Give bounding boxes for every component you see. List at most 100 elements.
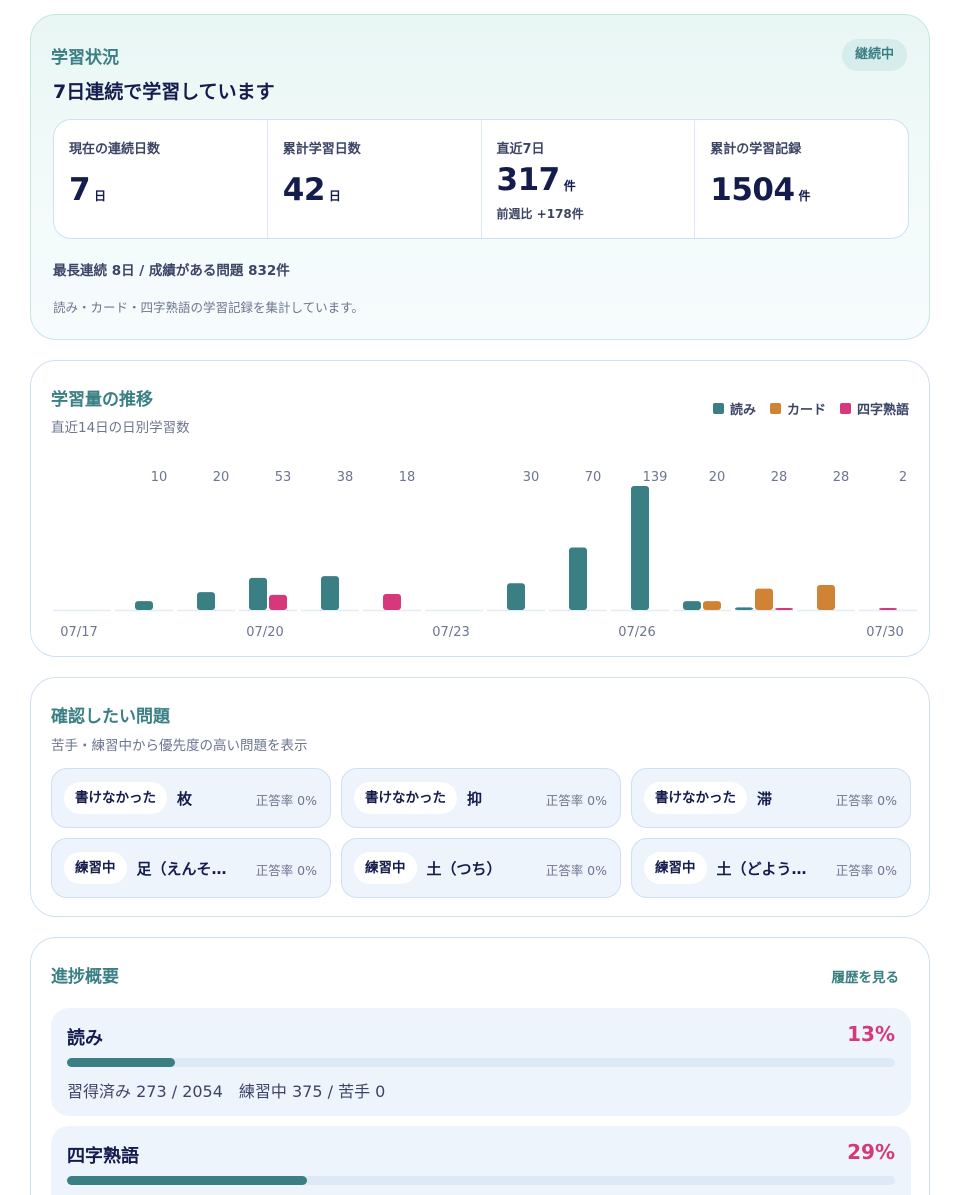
question-word: 土（どよう… (716, 859, 807, 878)
progress-fill (67, 1176, 308, 1185)
question-card[interactable]: 書けなかった 滞 正答率 0% (631, 768, 911, 828)
stat-value: 42 日 (282, 172, 341, 208)
progress-percent: 29% (847, 1140, 895, 1164)
question-status-tag: 練習中 (64, 852, 127, 884)
chart-tick-label: 07/26 (618, 625, 655, 640)
question-status-tag: 練習中 (644, 852, 707, 884)
question-word: 抑 (467, 789, 483, 808)
chart-tick-label: 07/30 (866, 625, 903, 640)
chart-legend: 読み カード 四字熟語 (712, 399, 909, 418)
chart-bar-1 (817, 585, 835, 610)
chart-tick-label: 07/20 (246, 625, 283, 640)
question-accuracy: 正答率 0% (545, 793, 607, 808)
legend-swatch (769, 403, 781, 414)
legend-item-yojijukugo: 四字熟語 (839, 399, 909, 418)
chart-bar-0 (569, 547, 587, 610)
chart-bar-2 (383, 593, 401, 610)
progress-percent: 13% (847, 1022, 895, 1046)
question-accuracy: 正答率 0% (255, 793, 317, 808)
chart-tick-label: 07/17 (60, 625, 97, 640)
chart-bar-0 (197, 592, 215, 610)
chart-total-label: 28 (833, 470, 850, 485)
progress-title: 進捗概要 (51, 967, 119, 987)
chart-bar-2 (879, 608, 897, 610)
study-status-card: 学習状況 継続中 7日連続で学習しています 現在の連続日数 7日 累計学習日数 … (30, 14, 930, 340)
chart-bar-0 (321, 576, 339, 610)
question-status-tag: 書けなかった (64, 782, 167, 814)
question-word: 足（えんそ… (136, 859, 227, 878)
review-questions-card: 確認したい問題 苦手・練習中から優先度の高い問題を表示 書けなかった 枚 正答率… (30, 677, 930, 917)
status-summary: 最長連続 8日 / 成績がある問題 832件 (53, 263, 290, 279)
question-status-tag: 練習中 (354, 852, 417, 884)
question-card[interactable]: 練習中 足（えんそ… 正答率 0% (51, 838, 331, 898)
question-accuracy: 正答率 0% (835, 793, 897, 808)
study-trend-card: 07/17 10 20 53 07/20 38 18 07/23 30 70 139 07/26 20 2… (30, 360, 930, 657)
legend-item-reading: 読み (712, 399, 756, 418)
stat-current-streak: 現在の連続日数 7日 (54, 120, 268, 238)
chart-total-label: 20 (709, 470, 726, 485)
question-card[interactable]: 書けなかった 枚 正答率 0% (51, 768, 331, 828)
progress-track (67, 1058, 895, 1067)
chart-bar-0 (249, 577, 267, 610)
chart-bar-0 (507, 583, 525, 610)
chart-bar-1 (703, 601, 721, 610)
question-accuracy: 正答率 0% (835, 863, 897, 878)
view-history-link[interactable]: 履歴を見る (832, 966, 900, 986)
stat-total-days: 累計学習日数 42 日 (268, 120, 482, 238)
progress-row-title: 四字熟語 (67, 1146, 139, 1167)
progress-fill (67, 1058, 175, 1067)
question-accuracy: 正答率 0% (545, 863, 607, 878)
stat-week-comparison: 前週比 +178件 (496, 207, 584, 221)
chart-bar-0 (631, 486, 649, 610)
progress-overview-card: 進捗概要 履歴を見る 読み 13% 習得済み 273 / 2054 練習中 37… (30, 937, 930, 1195)
stat-value: 7日 (69, 172, 106, 208)
chart-total-label: 70 (585, 470, 602, 485)
status-headline: 7日連続で学習しています (53, 81, 275, 103)
chart-bar-2 (269, 594, 287, 610)
question-card[interactable]: 練習中 土（どよう… 正答率 0% (631, 838, 911, 898)
stat-label: 累計学習日数 (282, 142, 361, 157)
status-title: 学習状況 (51, 48, 119, 68)
stat-value: 317 件 (496, 162, 576, 198)
chart-total-label: 10 (151, 470, 168, 485)
stat-label: 直近7日 (496, 142, 545, 157)
chart-total-label: 30 (523, 470, 540, 485)
question-accuracy: 正答率 0% (255, 863, 317, 878)
question-grid: 書けなかった 枚 正答率 0% 書けなかった 抑 正答率 0% 書けなかった 滞… (51, 768, 911, 898)
review-subtitle: 苦手・練習中から優先度の高い問題を表示 (51, 738, 308, 754)
question-word: 枚 (177, 789, 193, 808)
stat-value: 1504 件 (710, 172, 811, 208)
progress-row-reading[interactable]: 読み 13% 習得済み 273 / 2054 練習中 375 / 苦手 0 (51, 1008, 911, 1116)
chart-total-label: 38 (337, 470, 354, 485)
legend-swatch (839, 403, 851, 414)
stat-total-records: 累計の学習記録 1504 件 (695, 120, 908, 238)
chart-bar-0 (683, 601, 701, 610)
trend-title: 学習量の推移 (51, 390, 153, 410)
chart-total-label: 139 (643, 470, 668, 485)
legend-item-card: カード (769, 399, 826, 418)
progress-detail: 習得済み 273 / 2054 練習中 375 / 苦手 0 (67, 1082, 386, 1101)
chart-total-label: 18 (399, 470, 416, 485)
chart-tick-label: 07/23 (432, 625, 469, 640)
status-footnote: 読み・カード・四字熟語の学習記録を集計しています。 (53, 300, 364, 315)
chart-bar-1 (755, 588, 773, 610)
stats-panel: 現在の連続日数 7日 累計学習日数 42 日 直近7日 317 件 前週比 +178… (53, 119, 909, 239)
question-card[interactable]: 書けなかった 抑 正答率 0% (341, 768, 621, 828)
review-title: 確認したい問題 (51, 707, 170, 727)
legend-swatch (712, 403, 724, 414)
chart-total-label: 28 (771, 470, 788, 485)
trend-subtitle: 直近14日の日別学習数 (51, 420, 190, 436)
chart-total-label: 53 (275, 470, 292, 485)
chart-bar-0 (735, 607, 753, 610)
progress-row-yojijukugo[interactable]: 四字熟語 29% (51, 1126, 911, 1195)
question-status-tag: 書けなかった (354, 782, 457, 814)
progress-row-title: 読み (67, 1028, 103, 1049)
stat-label: 累計の学習記録 (710, 142, 802, 157)
chart-total-label: 20 (213, 470, 230, 485)
progress-track (67, 1176, 895, 1185)
question-word: 土（つち） (426, 859, 502, 878)
question-card[interactable]: 練習中 土（つち） 正答率 0% (341, 838, 621, 898)
stat-label: 現在の連続日数 (69, 142, 161, 157)
stat-last-7-days: 直近7日 317 件 前週比 +178件 (482, 120, 696, 238)
question-status-tag: 書けなかった (644, 782, 747, 814)
